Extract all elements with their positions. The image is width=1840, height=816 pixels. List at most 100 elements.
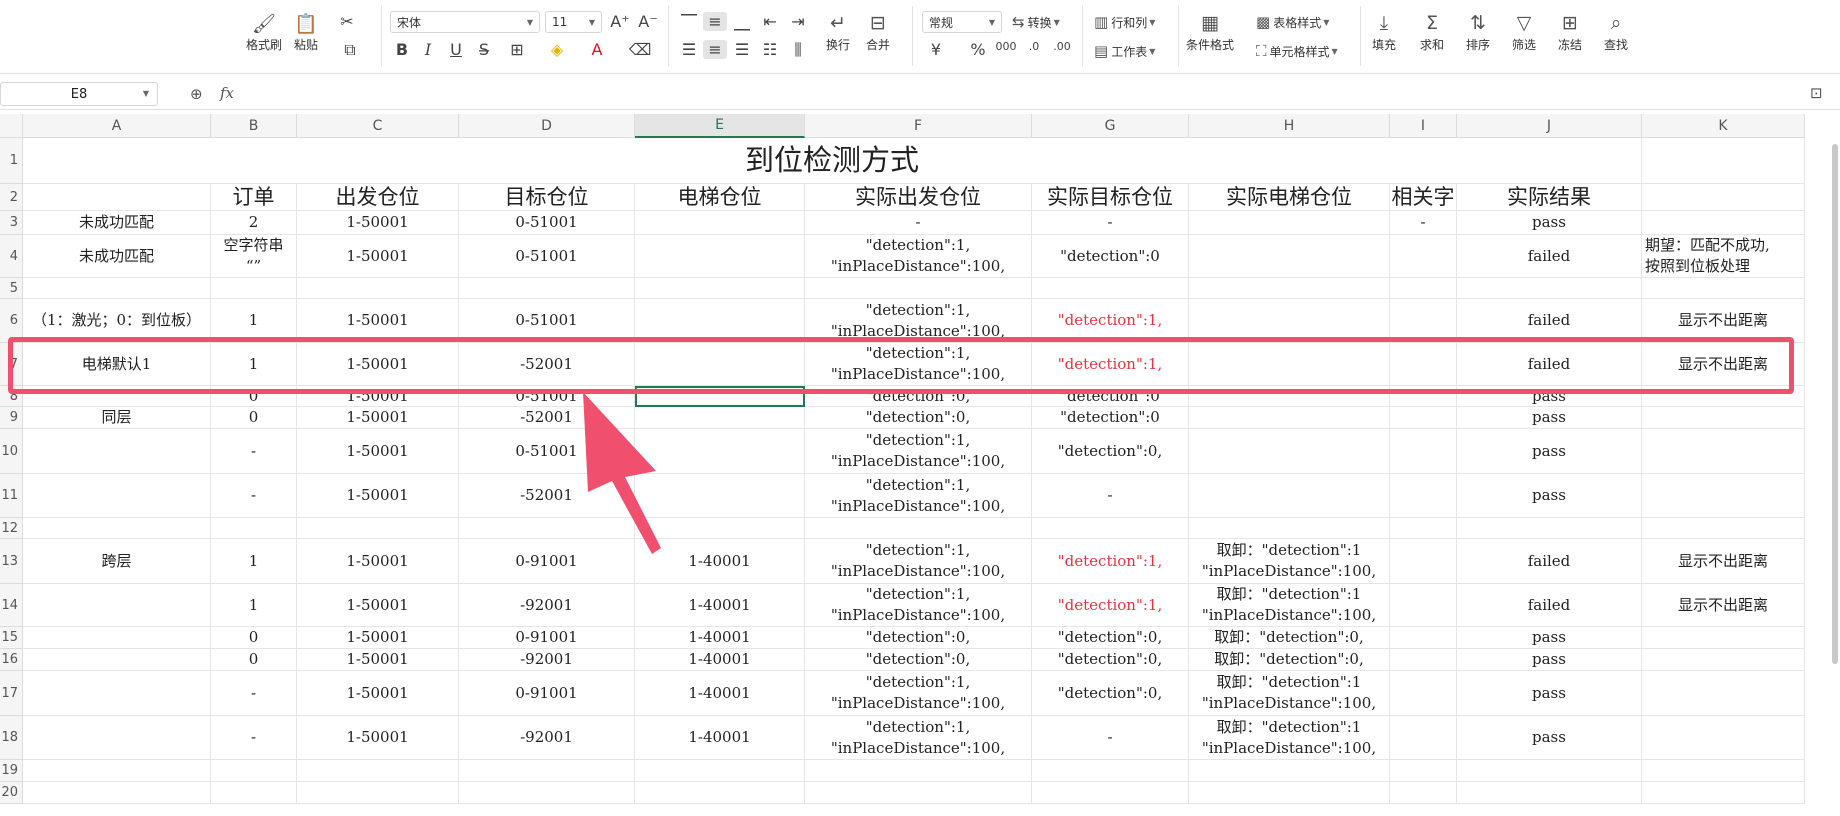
row-header-1[interactable]: 1 <box>0 138 23 184</box>
expand-formula-icon[interactable]: ⊡ <box>1810 84 1823 102</box>
row-header-16[interactable]: 16 <box>0 649 23 671</box>
cell-value[interactable]: "detection":0, <box>1032 671 1189 716</box>
bold-icon[interactable]: B <box>390 40 414 59</box>
cell-A16[interactable] <box>23 649 211 671</box>
decrease-indent-icon[interactable]: ⇤ <box>758 12 782 31</box>
cell-value[interactable]: failed <box>1457 299 1642 343</box>
header-F[interactable]: 实际出发仓位 <box>805 184 1032 211</box>
cell-value[interactable]: "detection":1, <box>1032 343 1189 386</box>
underline-icon[interactable]: U <box>444 40 468 59</box>
cell-I15[interactable] <box>1390 627 1457 649</box>
cell-value[interactable]: 取卸："detection":1 "inPlaceDistance":100, <box>1189 584 1390 627</box>
cell-value[interactable]: 1-40001 <box>635 584 805 627</box>
copy-icon[interactable]: ⧉ <box>338 40 362 60</box>
cell-value[interactable]: "detection":1, <box>1032 299 1189 343</box>
cell-F12[interactable] <box>805 518 1032 539</box>
cell-C20[interactable] <box>297 782 459 804</box>
cell-F20[interactable] <box>805 782 1032 804</box>
row-header-18[interactable]: 18 <box>0 716 23 760</box>
cell-K3[interactable] <box>1642 211 1805 235</box>
cell-value[interactable]: "detection":1, "inPlaceDistance":100, <box>805 299 1032 343</box>
cell-value[interactable]: 1-50001 <box>297 299 459 343</box>
cell-value[interactable]: failed <box>1457 584 1642 627</box>
cell-value[interactable]: 2 <box>211 211 297 235</box>
cell-value[interactable]: 1-40001 <box>635 716 805 760</box>
cell-value[interactable]: - <box>211 474 297 518</box>
cell-value[interactable]: -52001 <box>459 407 635 429</box>
increase-font-icon[interactable]: A⁺ <box>608 12 632 31</box>
cell-value[interactable]: "detection":1, "inPlaceDistance":100, <box>805 539 1032 584</box>
cell-value[interactable]: 1-40001 <box>635 671 805 716</box>
row-header-10[interactable]: 10 <box>0 429 23 474</box>
cell-G19[interactable] <box>1032 760 1189 782</box>
cell-D20[interactable] <box>459 782 635 804</box>
cell-A8[interactable] <box>23 386 211 407</box>
row-header-3[interactable]: 3 <box>0 211 23 235</box>
cell-value[interactable]: 1-40001 <box>635 627 805 649</box>
cell-I6[interactable] <box>1390 299 1457 343</box>
cell-value[interactable]: 跨层 <box>23 539 211 584</box>
align-right-icon[interactable]: ☰ <box>730 40 754 59</box>
cell-value[interactable]: - <box>211 429 297 474</box>
cell-value[interactable]: "detection":1, "inPlaceDistance":100, <box>805 716 1032 760</box>
cell-C5[interactable] <box>297 278 459 299</box>
cell-H10[interactable] <box>1189 429 1390 474</box>
header-I[interactable]: 相关字 <box>1390 184 1457 211</box>
cell-I16[interactable] <box>1390 649 1457 671</box>
cell-I4[interactable] <box>1390 235 1457 278</box>
cell-E7[interactable] <box>635 343 805 386</box>
freeze-button[interactable]: ⊞ 冻结 <box>1558 10 1582 53</box>
cell-value[interactable]: failed <box>1457 235 1642 278</box>
cell-H11[interactable] <box>1189 474 1390 518</box>
worksheet-button[interactable]: ▤ 工作表 ▼ <box>1094 42 1155 60</box>
cell-value[interactable]: failed <box>1457 343 1642 386</box>
cell-E20[interactable] <box>635 782 805 804</box>
header-H[interactable]: 实际电梯仓位 <box>1189 184 1390 211</box>
cell-I17[interactable] <box>1390 671 1457 716</box>
row-header-15[interactable]: 15 <box>0 627 23 649</box>
cell-value[interactable]: 1-40001 <box>635 539 805 584</box>
convert-button[interactable]: ⇆ 转换 ▼ <box>1012 13 1060 31</box>
font-color-icon[interactable]: A <box>585 40 609 59</box>
cell-D5[interactable] <box>459 278 635 299</box>
cell-value[interactable]: "detection":0 <box>1032 407 1189 429</box>
cell-value[interactable]: （1：激光；0：到位板） <box>23 299 211 343</box>
cell-value[interactable]: pass <box>1457 211 1642 235</box>
decrease-font-icon[interactable]: A⁻ <box>636 12 660 31</box>
cell-A11[interactable] <box>23 474 211 518</box>
increase-decimal-icon[interactable]: .0 <box>1022 40 1046 53</box>
cell-K11[interactable] <box>1642 474 1805 518</box>
cell-value[interactable]: 0 <box>211 627 297 649</box>
cell-value[interactable]: 0-51001 <box>459 429 635 474</box>
cell-value[interactable]: 取卸："detection":1 "inPlaceDistance":100, <box>1189 539 1390 584</box>
cell-A18[interactable] <box>23 716 211 760</box>
cell-value[interactable]: "detection":0 <box>1032 235 1189 278</box>
cell-value[interactable]: 1 <box>211 584 297 627</box>
cell-value[interactable]: 显示不出距离 <box>1642 539 1805 584</box>
cell-value[interactable]: "detection":0, <box>1032 627 1189 649</box>
cell-E12[interactable] <box>635 518 805 539</box>
row-header-11[interactable]: 11 <box>0 474 23 518</box>
cell-value[interactable]: 1-50001 <box>297 343 459 386</box>
cell-K8[interactable] <box>1642 386 1805 407</box>
cell-value[interactable]: 0 <box>211 649 297 671</box>
cell-value[interactable]: 1 <box>211 299 297 343</box>
cell-G12[interactable] <box>1032 518 1189 539</box>
cell-value[interactable]: 显示不出距离 <box>1642 343 1805 386</box>
sum-button[interactable]: Σ 求和 <box>1420 10 1444 53</box>
column-header-E[interactable]: E <box>635 114 805 138</box>
header-G[interactable]: 实际目标仓位 <box>1032 184 1189 211</box>
cell-value[interactable]: pass <box>1457 649 1642 671</box>
cell-value[interactable]: 期望：匹配不成功, 按照到位板处理 <box>1642 235 1805 278</box>
cell-value[interactable]: - <box>1032 716 1189 760</box>
cell-A12[interactable] <box>23 518 211 539</box>
cell-value[interactable]: pass <box>1457 474 1642 518</box>
cell-K9[interactable] <box>1642 407 1805 429</box>
increase-indent-icon[interactable]: ⇥ <box>786 12 810 31</box>
row-header-13[interactable]: 13 <box>0 539 23 584</box>
cell-value[interactable]: "detection":0, <box>805 407 1032 429</box>
align-center-icon[interactable]: ≡ <box>703 40 727 59</box>
cell-I18[interactable] <box>1390 716 1457 760</box>
cell-value[interactable]: "detection":1, "inPlaceDistance":100, <box>805 343 1032 386</box>
cell-J20[interactable] <box>1457 782 1642 804</box>
